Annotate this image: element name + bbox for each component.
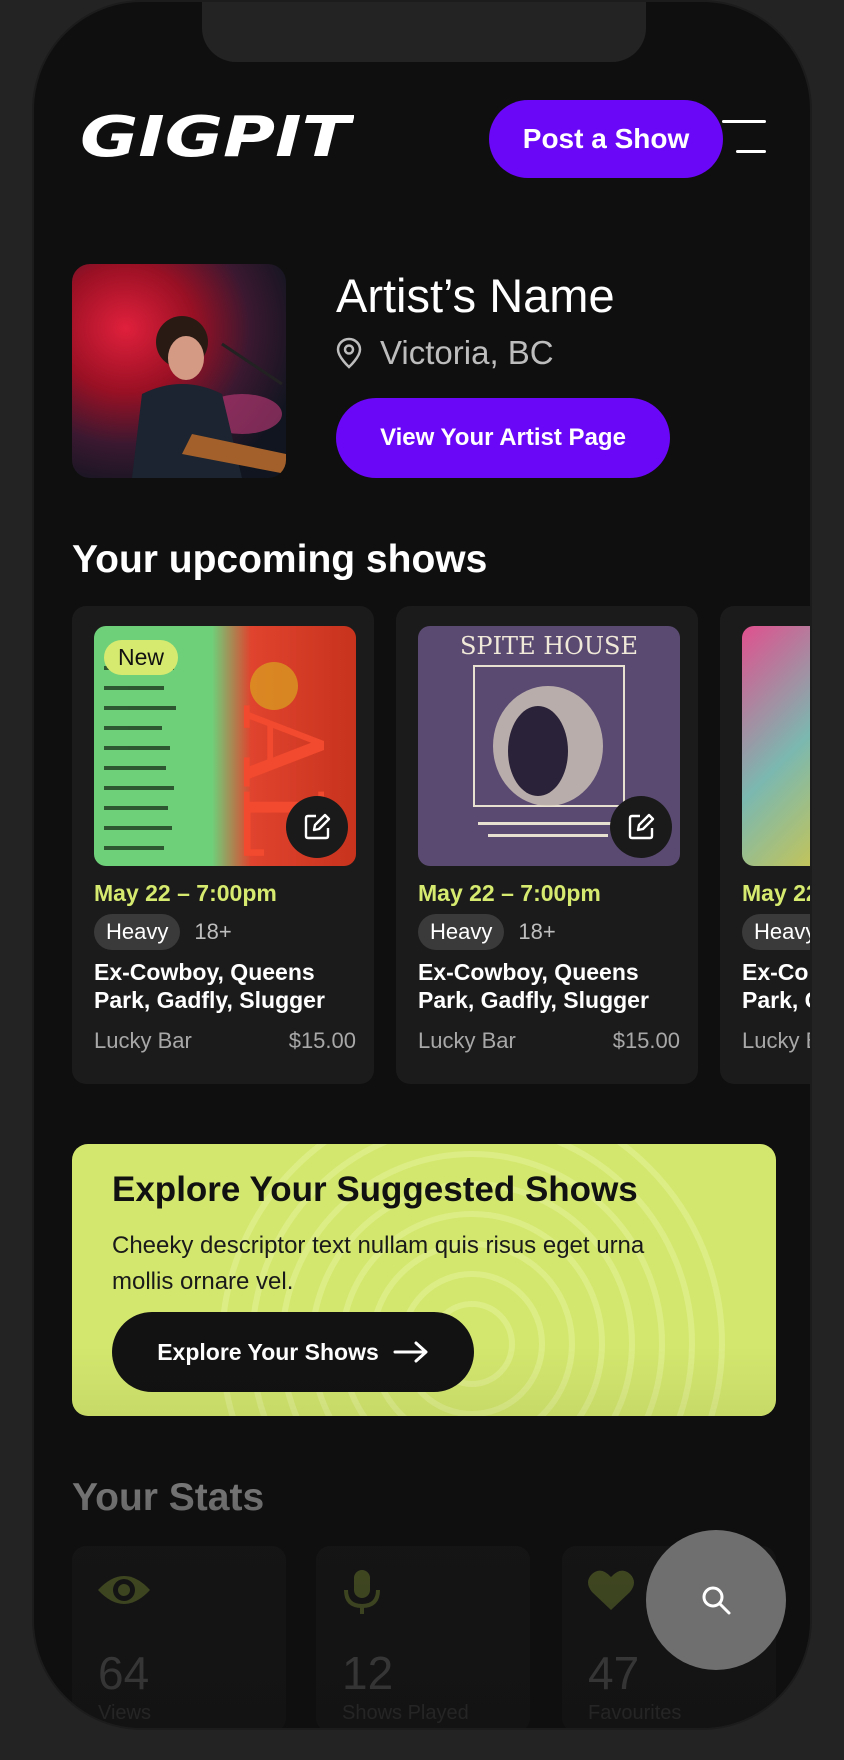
age-restriction: 18+	[518, 919, 556, 944]
show-venue: Lucky Bar	[418, 1028, 516, 1053]
show-lineup: Ex-Cowboy, Queens Park, Gadfly, Slugger	[94, 959, 325, 1013]
stat-value: 12	[342, 1647, 394, 1699]
stat-value: 64	[98, 1647, 150, 1699]
genre-tag: Heavy	[418, 914, 505, 950]
phone-frame: GIGPIT Post a Show Artist’s Name Victori…	[32, 0, 812, 1730]
show-poster: AL New	[94, 626, 356, 866]
show-tags: Heavy 18+	[94, 914, 232, 950]
hamburger-menu-icon[interactable]	[722, 120, 766, 156]
upcoming-shows-heading: Your upcoming shows	[72, 538, 488, 581]
stat-label: Shows Played	[342, 1702, 469, 1724]
show-tags: Heavy	[742, 914, 810, 950]
shows-carousel[interactable]: AL New May 22 – 7:00pm Heavy 18+ Ex-Cowb…	[72, 606, 810, 1084]
artist-name: Artist’s Name	[336, 269, 615, 322]
search-fab-button[interactable]	[646, 1530, 786, 1670]
location-text: Victoria, BC	[380, 334, 554, 371]
eye-icon	[98, 1576, 150, 1604]
view-artist-page-button[interactable]: View Your Artist Page	[336, 398, 670, 478]
poster-title: SPITE HOUSE	[460, 632, 638, 660]
artist-location: Victoria, BC	[336, 334, 554, 372]
artist-summary: Artist’s Name Victoria, BC View Your Art…	[72, 264, 772, 480]
genre-tag: Heavy	[94, 914, 181, 950]
stats-heading: Your Stats	[72, 1476, 265, 1519]
map-pin-icon	[336, 337, 362, 369]
show-date: May 22 – 7:00pm	[94, 880, 277, 906]
logo-text: GIGPIT	[80, 106, 354, 164]
show-card[interactable]: AL New May 22 – 7:00pm Heavy 18+ Ex-Cowb…	[72, 606, 374, 1084]
show-price: $15.00	[288, 1028, 356, 1053]
show-poster	[742, 626, 810, 866]
stat-label: Views	[98, 1702, 151, 1724]
age-restriction: 18+	[194, 919, 232, 944]
post-a-show-button[interactable]: Post a Show	[489, 100, 723, 178]
new-badge: New	[104, 640, 179, 675]
device-notch	[202, 2, 646, 62]
heart-icon	[588, 1570, 634, 1610]
search-icon	[702, 1586, 731, 1615]
explore-description: Cheeky descriptor text nullam quis risus…	[112, 1232, 645, 1295]
stat-card-shows-played[interactable]: 12 Shows Played	[316, 1546, 530, 1728]
show-date: May 22 – 7:00pm	[418, 880, 601, 906]
genre-tag: Heavy	[742, 914, 810, 950]
show-poster: SPITE HOUSE	[418, 626, 680, 866]
show-date: May 22	[742, 880, 810, 906]
show-venue: Lucky B	[742, 1028, 810, 1053]
artist-photo[interactable]	[72, 264, 286, 478]
show-lineup: Ex-Co Park, C	[742, 959, 810, 1013]
show-venue: Lucky Bar	[94, 1028, 192, 1053]
show-card[interactable]: May 22 Heavy Ex-Co Park, C Lucky B	[720, 606, 810, 1084]
explore-suggested-shows-banner: Explore Your Suggested Shows Cheeky desc…	[72, 1144, 776, 1416]
show-price: $15.00	[612, 1028, 680, 1053]
stat-value: 47	[588, 1647, 640, 1699]
stat-label: Favourites	[588, 1702, 682, 1724]
microphone-icon	[344, 1570, 380, 1614]
explore-title: Explore Your Suggested Shows	[112, 1170, 638, 1209]
gigpit-logo[interactable]: GIGPIT	[78, 106, 354, 164]
edit-icon[interactable]	[610, 796, 672, 858]
show-card[interactable]: SPITE HOUSE May 22 – 7:00pm Heavy 18+ Ex…	[396, 606, 698, 1084]
show-lineup: Ex-Cowboy, Queens Park, Gadfly, Slugger	[418, 959, 649, 1013]
edit-icon[interactable]	[286, 796, 348, 858]
show-tags: Heavy 18+	[418, 914, 556, 950]
app-header: GIGPIT Post a Show	[78, 100, 766, 178]
stat-card-views[interactable]: 64 Views	[72, 1546, 286, 1728]
